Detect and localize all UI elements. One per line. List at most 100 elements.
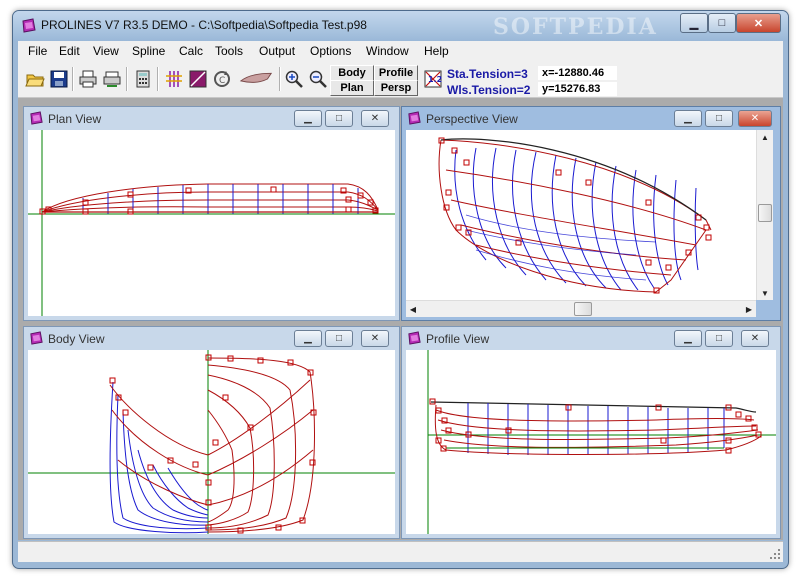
- perspective-maximize-button[interactable]: □: [705, 110, 733, 127]
- menu-options[interactable]: Options: [310, 44, 351, 58]
- toolbar: C Body Plan Profile Persp 1.2 Sta.Tensio…: [18, 61, 783, 98]
- perspective-horizontal-scrollbar[interactable]: ◀ ▶: [406, 300, 756, 317]
- rotate-icon[interactable]: C: [211, 68, 233, 90]
- profile-maximize-button[interactable]: □: [705, 330, 733, 347]
- scroll-down-arrow-icon[interactable]: ▼: [758, 286, 772, 300]
- perspective-stations: [454, 147, 699, 291]
- menu-edit[interactable]: Edit: [59, 44, 80, 58]
- svg-text:C: C: [219, 76, 225, 86]
- save-icon[interactable]: [48, 68, 70, 90]
- view-window-icon: [30, 331, 43, 345]
- prolines-app-icon: [22, 18, 36, 33]
- menu-window[interactable]: Window: [366, 44, 409, 58]
- menu-file[interactable]: File: [28, 44, 47, 58]
- plan-minimize-button[interactable]: ▁: [294, 110, 322, 127]
- scroll-left-arrow-icon[interactable]: ◀: [406, 302, 420, 316]
- perspective-vertical-scrollbar[interactable]: ▲ ▼: [756, 130, 773, 300]
- close-button[interactable]: ✕: [736, 13, 781, 33]
- body-view-window[interactable]: Body View ▁ □ ✕: [23, 326, 400, 539]
- body-aft-stations: [109, 381, 209, 534]
- body-view-canvas[interactable]: [28, 350, 395, 534]
- view-window-icon: [30, 111, 43, 125]
- perspective-view-canvas[interactable]: [406, 130, 756, 300]
- scroll-right-arrow-icon[interactable]: ▶: [742, 302, 756, 316]
- tension-calc-icon[interactable]: 1.2: [422, 68, 444, 90]
- plan-view-button[interactable]: Plan: [330, 80, 374, 96]
- body-control-points: [109, 354, 317, 534]
- perspective-view-title-bar[interactable]: Perspective View ▁ □ ✕: [402, 107, 780, 129]
- toolbar-separator: [72, 67, 74, 91]
- main-window: PROLINES V7 R3.5 DEMO - C:\Softpedia\Sof…: [12, 10, 789, 569]
- calculator-icon[interactable]: [132, 68, 154, 90]
- menu-output[interactable]: Output: [259, 44, 295, 58]
- plan-maximize-button[interactable]: □: [325, 110, 353, 127]
- menu-calc[interactable]: Calc: [179, 44, 203, 58]
- resize-grip-icon[interactable]: [769, 548, 781, 560]
- x-coordinate-readout: x=-12880.46: [538, 66, 617, 80]
- window-title: PROLINES V7 R3.5 DEMO - C:\Softpedia\Sof…: [41, 18, 367, 32]
- title-bar[interactable]: PROLINES V7 R3.5 DEMO - C:\Softpedia\Sof…: [13, 11, 788, 41]
- minimize-button[interactable]: ▁: [680, 13, 708, 33]
- y-coordinate-readout: y=15276.83: [538, 82, 617, 96]
- body-fwd-stations: [207, 357, 315, 533]
- mdi-workspace: Plan View ▁ □ ✕ Perspective View ▁ □ ✕ ▲…: [18, 98, 783, 540]
- body-maximize-button[interactable]: □: [325, 330, 353, 347]
- perspective-minimize-button[interactable]: ▁: [674, 110, 702, 127]
- plan-stations: [82, 184, 359, 214]
- perspective-close-button[interactable]: ✕: [738, 110, 772, 127]
- body-view-title-bar[interactable]: Body View ▁ □ ✕: [24, 327, 399, 349]
- plan-waterlines: [41, 183, 379, 213]
- profile-minimize-button[interactable]: ▁: [674, 330, 702, 347]
- perspective-view-drawing: [438, 137, 712, 294]
- body-view-button[interactable]: Body: [330, 65, 374, 81]
- grid-icon[interactable]: [163, 68, 185, 90]
- profile-buttocks: [434, 404, 762, 455]
- print-icon[interactable]: [77, 68, 99, 90]
- plan-view-title: Plan View: [48, 112, 102, 126]
- horizontal-scroll-thumb[interactable]: [574, 302, 592, 316]
- svg-text:1.2: 1.2: [428, 75, 442, 84]
- zoom-in-icon[interactable]: [283, 68, 305, 90]
- maximize-button[interactable]: □: [708, 13, 736, 33]
- profile-view-window[interactable]: Profile View ▁ □ ✕: [401, 326, 781, 539]
- body-minimize-button[interactable]: ▁: [294, 330, 322, 347]
- plan-view-canvas[interactable]: [28, 130, 395, 316]
- open-file-icon[interactable]: [24, 68, 46, 90]
- perspective-view-title: Perspective View: [426, 112, 518, 126]
- waterline-tension-readout: Wls.Tension=2: [447, 83, 531, 97]
- profile-view-title: Profile View: [426, 332, 490, 346]
- toolbar-separator: [279, 67, 281, 91]
- profile-view-title-bar[interactable]: Profile View ▁ □ ✕: [402, 327, 780, 349]
- menu-help[interactable]: Help: [424, 44, 449, 58]
- scroll-up-arrow-icon[interactable]: ▲: [758, 130, 772, 144]
- body-view-drawing: [28, 350, 395, 534]
- plot-icon[interactable]: [101, 68, 123, 90]
- profile-view-canvas[interactable]: [406, 350, 776, 534]
- profile-view-button[interactable]: Profile: [374, 65, 418, 81]
- toolbar-separator: [157, 67, 159, 91]
- softpedia-watermark: SOFTPEDIA: [493, 14, 658, 40]
- persp-view-button[interactable]: Persp: [374, 80, 418, 96]
- fairness-icon[interactable]: [187, 68, 209, 90]
- plan-view-window[interactable]: Plan View ▁ □ ✕: [23, 106, 400, 321]
- menu-view[interactable]: View: [93, 44, 119, 58]
- vertical-scroll-thumb[interactable]: [758, 204, 772, 222]
- station-tension-readout: Sta.Tension=3: [447, 67, 528, 81]
- perspective-inner-mesh: [465, 214, 657, 281]
- view-window-icon: [408, 331, 421, 345]
- hull-shape-icon[interactable]: [238, 68, 276, 90]
- menu-tools[interactable]: Tools: [215, 44, 243, 58]
- toolbar-separator: [126, 67, 128, 91]
- profile-sheer-line: [430, 401, 757, 413]
- plan-close-button[interactable]: ✕: [361, 110, 389, 127]
- profile-view-drawing: [427, 350, 776, 534]
- plan-view-title-bar[interactable]: Plan View ▁ □ ✕: [24, 107, 399, 129]
- body-view-title: Body View: [48, 332, 105, 346]
- perspective-view-window[interactable]: Perspective View ▁ □ ✕ ▲ ▼ ◀ ▶: [401, 106, 781, 321]
- menu-bar: File Edit View Spline Calc Tools Output …: [18, 41, 783, 61]
- zoom-out-icon[interactable]: [307, 68, 329, 90]
- body-close-button[interactable]: ✕: [361, 330, 389, 347]
- menu-spline[interactable]: Spline: [132, 44, 165, 58]
- profile-close-button[interactable]: ✕: [741, 330, 769, 347]
- status-bar: [18, 541, 783, 562]
